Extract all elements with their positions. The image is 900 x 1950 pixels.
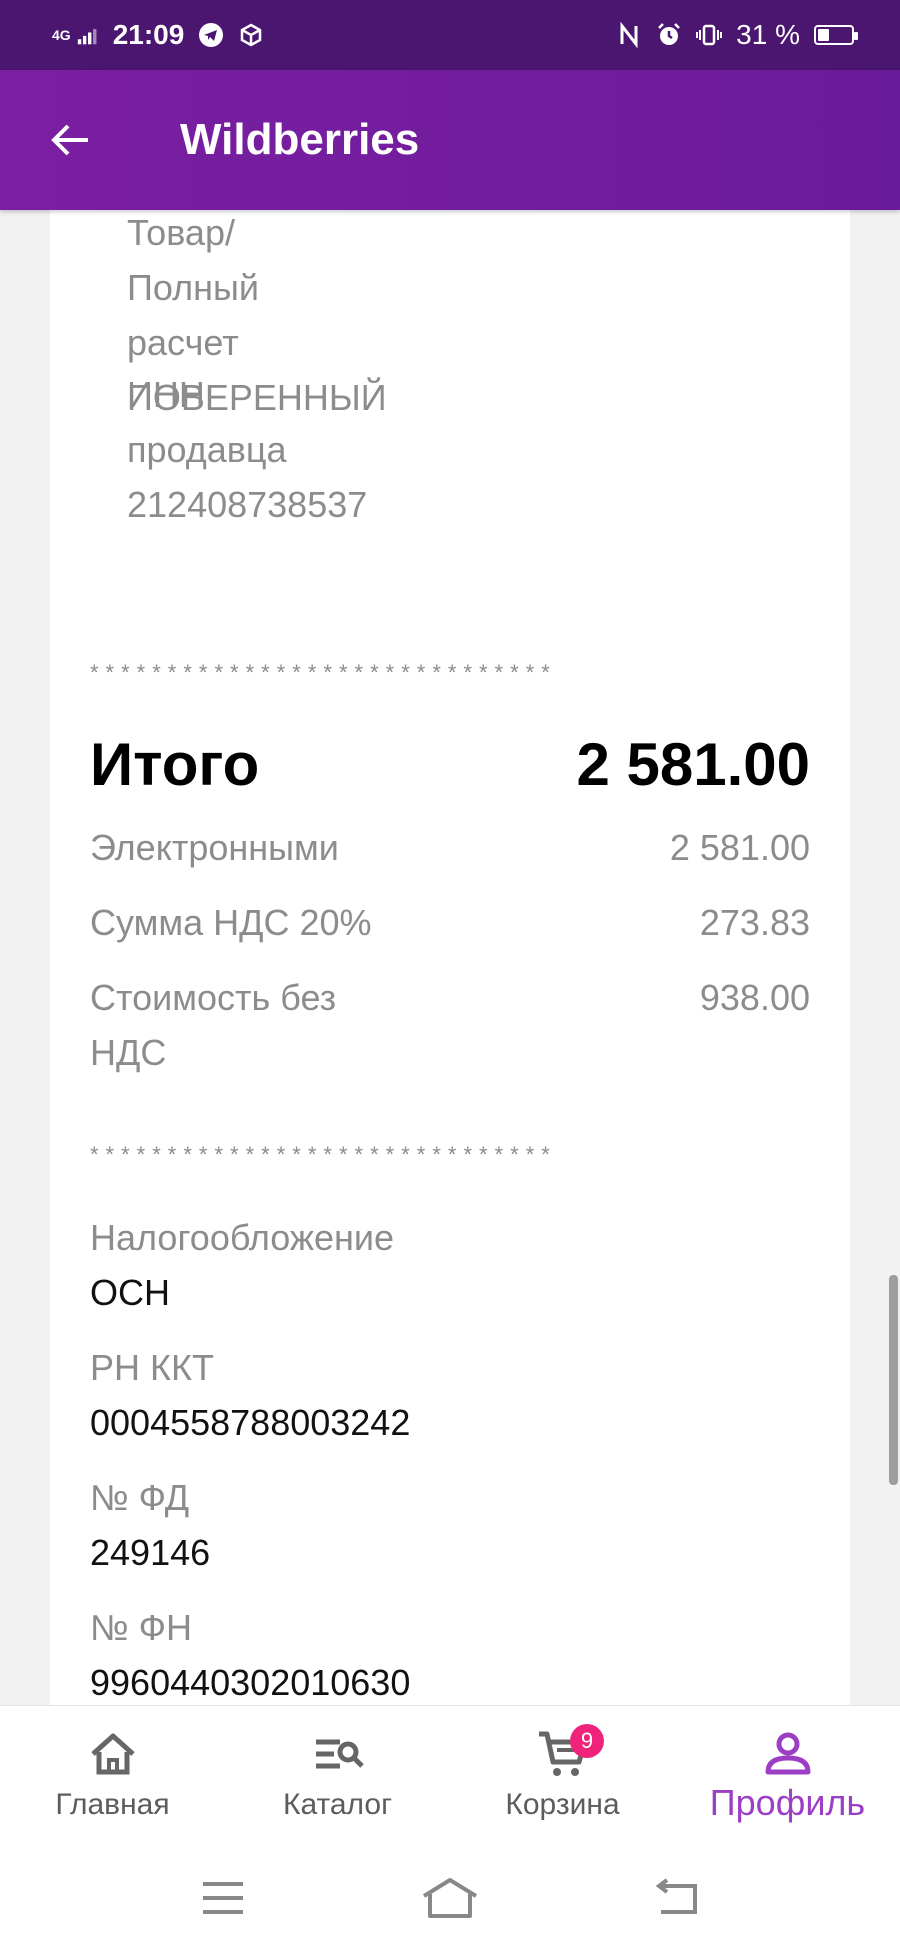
nav-profile[interactable]: Профиль	[675, 1706, 900, 1846]
nav-label: Корзина	[505, 1788, 620, 1821]
detail-value: 249146	[90, 1532, 211, 1573]
row-label: Стоимость без НДС	[90, 977, 337, 1073]
taxation-block: Налогообложение ОСН	[90, 1210, 394, 1320]
status-time: 21:09	[112, 19, 185, 50]
catalog-search-icon	[315, 1739, 364, 1769]
detail-label: Налогообложение	[90, 1217, 394, 1258]
back-return-icon	[655, 1877, 697, 1914]
battery-level-fill	[818, 29, 830, 41]
fn-block: № ФН 9960440302010630	[90, 1600, 410, 1705]
inn-line: ИНН	[127, 374, 205, 415]
alarm-icon	[658, 23, 681, 45]
battery-icon	[814, 25, 858, 45]
separator: ******************************	[90, 660, 557, 680]
item-line: Товар/	[127, 212, 235, 253]
total-label: Итого	[90, 731, 260, 798]
app-cube-icon	[241, 23, 262, 47]
system-home-button[interactable]	[410, 1868, 490, 1928]
row-value: 938.00	[699, 977, 810, 1018]
back-button[interactable]	[20, 90, 120, 190]
detail-label: № ФД	[90, 1477, 190, 1518]
nav-label: Каталог	[282, 1788, 393, 1821]
network-indicator: 4G	[52, 27, 71, 43]
nav-label: Профиль	[709, 1782, 866, 1823]
arrow-back-icon	[51, 124, 88, 156]
telegram-icon	[199, 23, 224, 47]
no-vat-row: Стоимость без НДС 938.00	[90, 970, 810, 1080]
system-navigation-bar	[0, 1845, 900, 1950]
receipt-card: Товар/ Полный расчет ПОВЕРЕННЫЙ ИНН прод…	[50, 210, 850, 1705]
detail-value: 0004558788003242	[90, 1402, 411, 1443]
nav-cart[interactable]: 9 Корзина	[450, 1706, 675, 1846]
battery-percent: 31 %	[736, 19, 800, 50]
separator: ******************************	[90, 1142, 557, 1162]
nav-home[interactable]: Главная	[0, 1706, 225, 1846]
signal-icon	[77, 29, 97, 45]
system-back-button[interactable]	[637, 1868, 717, 1928]
home-outline-icon	[422, 1877, 478, 1918]
total-value: 2 581.00	[576, 731, 810, 798]
row-value: 273.83	[699, 902, 810, 943]
status-bar-right: 31 %	[616, 19, 858, 51]
detail-label: РН ККТ	[90, 1347, 214, 1388]
home-icon	[90, 1733, 135, 1775]
inn-line: продавца	[127, 429, 287, 470]
kkt-block: РН ККТ 0004558788003242	[90, 1340, 410, 1450]
detail-value: 9960440302010630	[90, 1662, 411, 1703]
item-line: Полный	[127, 267, 259, 308]
row-label: Сумма НДС 20%	[90, 902, 372, 943]
nfc-icon	[620, 22, 638, 48]
nav-catalog[interactable]: Каталог	[225, 1706, 450, 1846]
app-bar: Wildberries	[0, 70, 900, 210]
detail-label: № ФН	[90, 1607, 192, 1648]
payment-row: Электронными 2 581.00	[90, 820, 810, 875]
inn-line: 212408738537	[127, 484, 368, 525]
item-line: расчет	[127, 322, 239, 363]
status-bar-left: 4G 21:09	[52, 19, 264, 51]
bottom-navigation: Главная Каталог 9 Корзина Профиль	[0, 1705, 900, 1846]
scrollbar[interactable]	[889, 1275, 898, 1485]
total-row: Итого 2 581.00	[90, 730, 810, 800]
nav-label: Главная	[55, 1788, 170, 1821]
recent-apps-button[interactable]	[183, 1868, 263, 1928]
fd-block: № ФД 249146	[90, 1470, 210, 1580]
row-value: 2 581.00	[669, 827, 810, 868]
status-bar: 4G 21:09 31 %	[0, 0, 900, 70]
cart-badge: 9	[570, 1724, 604, 1758]
menu-icon	[203, 1881, 244, 1914]
detail-value: ОСН	[90, 1272, 170, 1313]
profile-icon	[765, 1732, 810, 1775]
app-title: Wildberries	[180, 115, 420, 164]
seller-inn: ИНН продавца 212408738537	[127, 367, 367, 532]
row-label: Электронными	[90, 827, 339, 868]
vat-row: Сумма НДС 20% 273.83	[90, 895, 810, 950]
vibrate-icon	[696, 24, 723, 46]
